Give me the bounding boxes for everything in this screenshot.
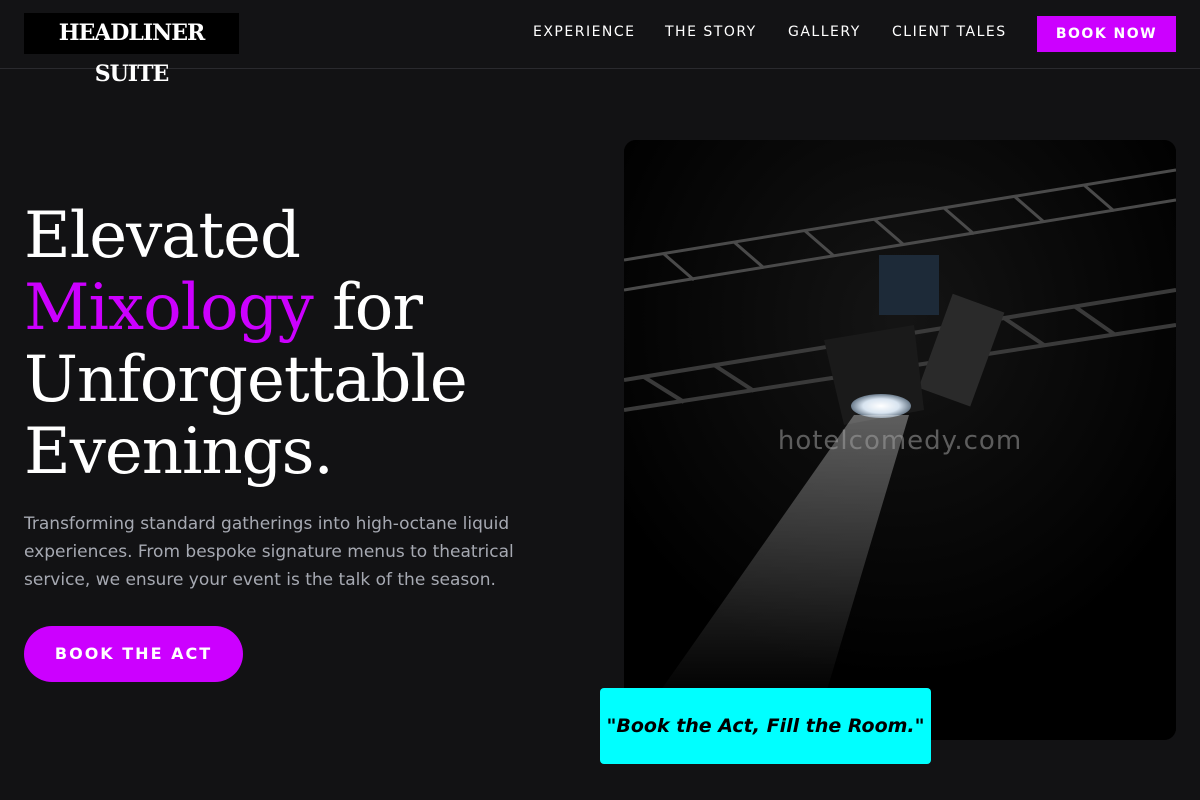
hero-title: Elevated Mixology for Unforgettable Even… — [24, 200, 584, 488]
nav-link-gallery[interactable]: GALLERY — [788, 24, 861, 40]
tagline-quote-card: "Book the Act, Fill the Room." — [600, 688, 931, 764]
hero-title-after-accent: for — [312, 271, 423, 345]
book-now-button[interactable]: BOOK NOW — [1037, 16, 1176, 52]
nav-link-experience[interactable]: EXPERIENCE — [533, 24, 636, 40]
hero-title-line1: Elevated — [24, 199, 301, 273]
brand-logo[interactable]: HEADLINER SUITE — [24, 13, 239, 87]
stage-spotlight-image: hotelcomedy.com — [624, 140, 1176, 740]
nav-link-client-tales[interactable]: CLIENT TALES — [892, 24, 1007, 40]
top-navbar: HEADLINER SUITE EXPERIENCE THE STORY GAL… — [0, 0, 1200, 87]
nav-link-the-story[interactable]: THE STORY — [665, 24, 757, 40]
photo-watermark: hotelcomedy.com — [777, 426, 1023, 456]
hero-title-line3: Unforgettable — [24, 343, 468, 417]
hero-description: Transforming standard gatherings into hi… — [24, 514, 514, 590]
book-the-act-button[interactable]: BOOK THE ACT — [24, 626, 243, 682]
hero-title-line4: Evenings. — [24, 415, 334, 489]
hero-title-accent: Mixology — [24, 271, 314, 345]
